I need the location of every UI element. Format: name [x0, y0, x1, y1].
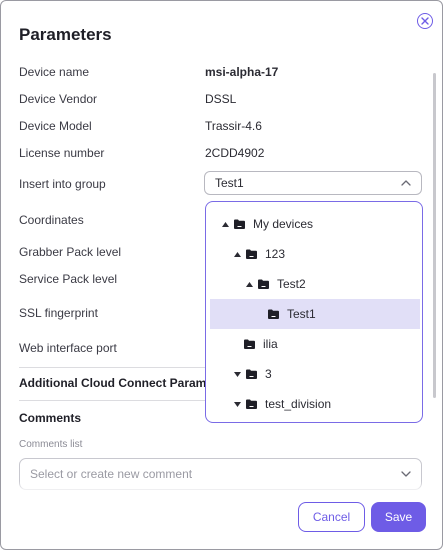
device-vendor-value: DSSL	[205, 92, 237, 106]
caret-down-icon[interactable]	[232, 369, 242, 379]
chevron-up-icon	[401, 180, 411, 186]
folder-icon	[246, 369, 257, 379]
tree-item-test-division[interactable]: test_division	[210, 389, 420, 419]
save-button[interactable]: Save	[371, 502, 426, 532]
caret-up-icon[interactable]	[220, 219, 230, 229]
license-number-label: License number	[19, 146, 105, 160]
grabber-pack-label: Grabber Pack level	[19, 245, 122, 259]
chevron-down-icon	[401, 471, 411, 477]
group-select-value: Test1	[215, 176, 244, 190]
tree-item-test2[interactable]: Test2	[210, 269, 420, 299]
device-model-value: Trassir-4.6	[205, 119, 262, 133]
parameters-dialog: Parameters Device name msi-alpha-17 Devi…	[0, 0, 443, 550]
tree-item-label: test_division	[265, 397, 332, 411]
divider	[19, 400, 207, 401]
caret-down-icon[interactable]	[232, 399, 242, 409]
tree-item-label: Test1	[287, 307, 316, 321]
tree-item-123[interactable]: 123	[210, 239, 420, 269]
tree-item-label: 123	[265, 247, 286, 261]
tree-item-test1[interactable]: Test1	[210, 299, 420, 329]
tree-item-ilia[interactable]: ilia	[210, 329, 420, 359]
comments-list-label: Comments list	[19, 439, 83, 450]
web-port-label: Web interface port	[19, 341, 117, 355]
folder-icon	[258, 279, 269, 289]
tree-item-3[interactable]: 3	[210, 359, 420, 389]
caret-up-icon[interactable]	[232, 249, 242, 259]
folder-icon	[234, 219, 245, 229]
service-pack-label: Service Pack level	[19, 272, 118, 286]
scroll-fade	[1, 481, 442, 493]
license-number-value: 2CDD4902	[205, 146, 265, 160]
device-name-label: Device name	[19, 65, 90, 79]
coordinates-label: Coordinates	[19, 213, 84, 227]
device-model-label: Device Model	[19, 119, 92, 133]
tree-item-my-devices[interactable]: My devices	[210, 209, 420, 239]
comment-select-placeholder: Select or create new comment	[30, 467, 193, 481]
dialog-title: Parameters	[19, 25, 112, 44]
cancel-button[interactable]: Cancel	[298, 502, 365, 532]
device-vendor-label: Device Vendor	[19, 92, 98, 106]
ssl-fingerprint-label: SSL fingerprint	[19, 306, 98, 320]
folder-icon	[246, 399, 257, 409]
caret-up-icon[interactable]	[244, 279, 254, 289]
divider	[19, 367, 207, 368]
close-icon[interactable]	[417, 13, 433, 29]
device-name-value: msi-alpha-17	[205, 65, 279, 79]
tree-item-label: Test2	[277, 277, 306, 291]
folder-icon	[246, 249, 257, 259]
scrollbar-thumb[interactable]	[433, 73, 436, 398]
comments-section-title: Comments	[19, 411, 82, 425]
group-select[interactable]: Test1	[204, 171, 422, 195]
folder-icon	[268, 309, 279, 319]
tree-item-label: My devices	[253, 217, 314, 231]
tree-item-label: ilia	[263, 337, 278, 351]
cloud-connect-section[interactable]: Additional Cloud Connect Parameters	[19, 376, 235, 390]
group-tree-dropdown: My devices 123 Test2 Test1 ilia 3 test_d…	[205, 201, 423, 423]
tree-item-label: 3	[265, 367, 272, 381]
folder-icon	[244, 339, 255, 349]
insert-group-label: Insert into group	[19, 177, 106, 191]
